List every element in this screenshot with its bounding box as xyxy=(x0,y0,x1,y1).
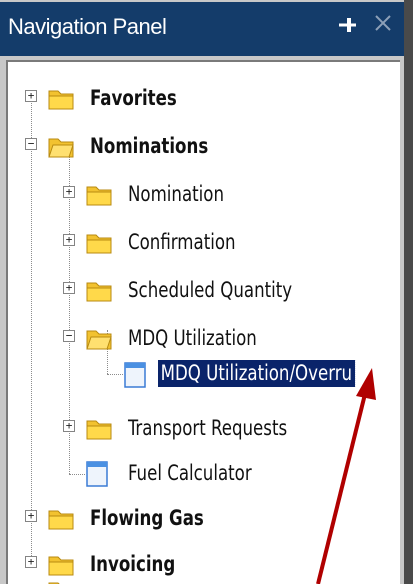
expand-confirmation[interactable]: + xyxy=(63,234,75,246)
navigation-tree: + Favorites − Nominations + Nomination +… xyxy=(6,60,400,584)
tree-item-invoicing[interactable]: Invoicing xyxy=(90,552,175,576)
expand-favorites[interactable]: + xyxy=(25,90,37,102)
tree-item-transport-requests[interactable]: Transport Requests xyxy=(128,416,287,440)
folder-icon xyxy=(86,282,112,302)
tree-item-confirmation[interactable]: Confirmation xyxy=(128,230,236,254)
folder-icon xyxy=(48,90,74,110)
folder-icon xyxy=(86,420,112,440)
document-icon xyxy=(124,362,146,388)
panel-title: Navigation Panel xyxy=(8,14,167,39)
window-edge xyxy=(404,0,413,584)
expand-nomination[interactable]: + xyxy=(63,186,75,198)
folder-open-icon xyxy=(48,138,74,158)
collapse-nominations[interactable]: − xyxy=(25,138,37,150)
tree-item-favorites[interactable]: Favorites xyxy=(90,86,177,110)
document-icon xyxy=(86,461,108,487)
folder-icon xyxy=(48,556,74,576)
expand-scheduled-quantity[interactable]: + xyxy=(63,282,75,294)
collapse-mdq-utilization[interactable]: − xyxy=(63,330,75,342)
navigation-panel: Navigation Panel + Favorites − Nominatio… xyxy=(0,0,413,584)
close-icon[interactable] xyxy=(370,10,396,38)
tree-connector xyxy=(69,474,85,475)
expand-transport-requests[interactable]: + xyxy=(63,420,75,432)
folder-icon xyxy=(86,234,112,254)
expand-invoicing[interactable]: + xyxy=(25,556,37,568)
folder-icon xyxy=(86,186,112,206)
tree-item-fuel-calculator[interactable]: Fuel Calculator xyxy=(128,461,252,485)
tree-connector xyxy=(31,96,32,566)
folder-icon xyxy=(48,582,60,584)
expand-flowing-gas[interactable]: + xyxy=(25,510,37,522)
tree-item-nominations[interactable]: Nominations xyxy=(90,134,208,158)
tree-connector xyxy=(107,374,123,375)
tree-item-mdq-utilization[interactable]: MDQ Utilization xyxy=(128,326,257,350)
tree-item-mdq-overrun[interactable]: MDQ Utilization/Overru xyxy=(157,359,356,388)
tree-item-flowing-gas[interactable]: Flowing Gas xyxy=(90,506,204,530)
tree-item-nomination[interactable]: Nomination xyxy=(128,182,224,206)
pin-icon[interactable] xyxy=(336,12,358,38)
folder-open-icon xyxy=(86,330,112,350)
panel-titlebar: Navigation Panel xyxy=(0,2,413,56)
folder-icon xyxy=(48,510,74,530)
tree-item-scheduled-quantity[interactable]: Scheduled Quantity xyxy=(128,278,292,302)
